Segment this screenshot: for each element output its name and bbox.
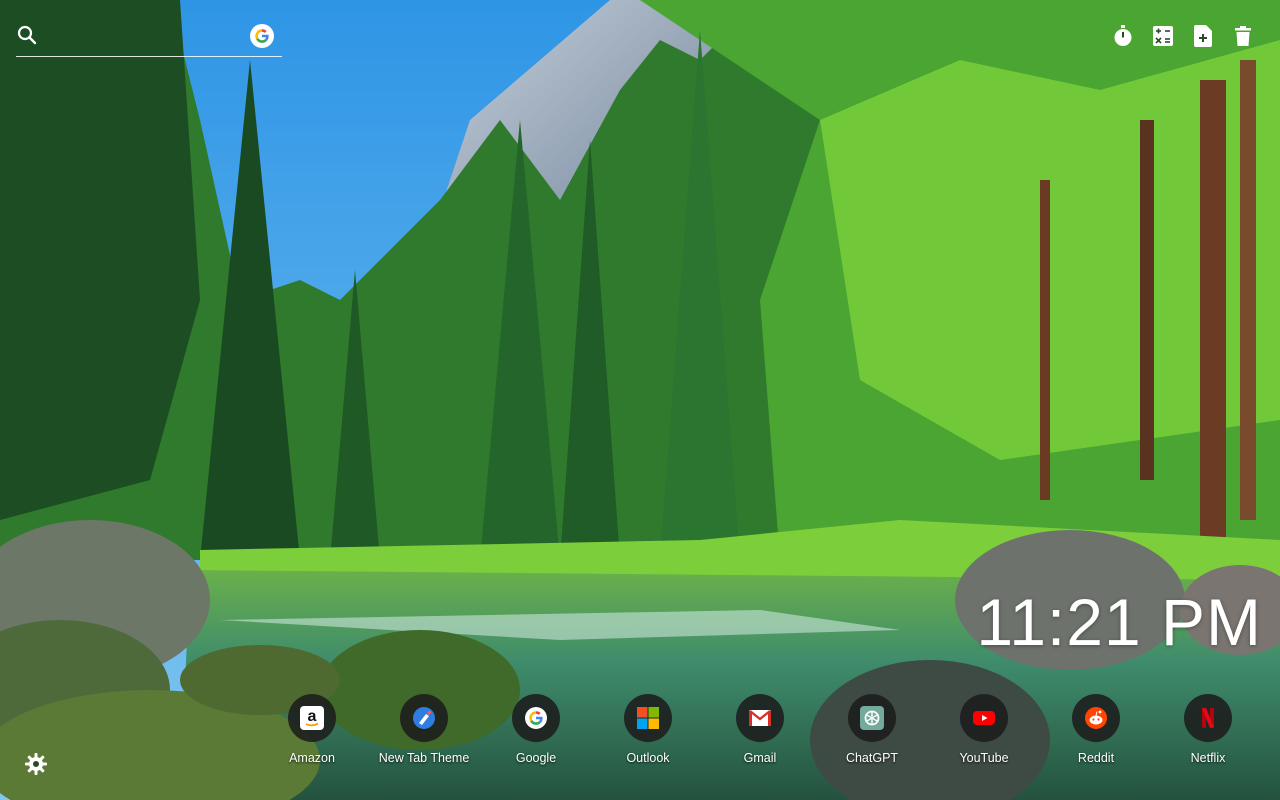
youtube-icon: [960, 694, 1008, 742]
clock-display: 11:21 PM: [976, 585, 1262, 659]
shortcut-new-tab-theme[interactable]: New Tab Theme: [374, 694, 474, 765]
chatgpt-icon: [848, 694, 896, 742]
shortcut-youtube[interactable]: YouTube: [934, 694, 1034, 765]
search-bar[interactable]: [16, 20, 282, 57]
microsoft-icon: [624, 694, 672, 742]
shortcut-google[interactable]: Google: [486, 694, 586, 765]
shortcut-label: Amazon: [289, 751, 335, 765]
gear-icon[interactable]: [24, 752, 48, 776]
shortcut-netflix[interactable]: Netflix: [1158, 694, 1258, 765]
gmail-icon: [736, 694, 784, 742]
toolbar: [1112, 24, 1254, 48]
shortcut-amazon[interactable]: a Amazon: [262, 694, 362, 765]
search-icon[interactable]: [16, 24, 38, 46]
shortcut-label: Reddit: [1077, 751, 1115, 765]
stopwatch-icon[interactable]: [1112, 24, 1134, 48]
shortcut-label: ChatGPT: [845, 751, 899, 765]
shortcut-label: New Tab Theme: [378, 751, 470, 765]
shortcut-reddit[interactable]: Reddit: [1046, 694, 1146, 765]
shortcut-label: YouTube: [959, 751, 1009, 765]
shortcut-label: Google: [515, 751, 557, 765]
netflix-icon: [1184, 694, 1232, 742]
shortcut-label: Outlook: [626, 751, 670, 765]
add-note-icon[interactable]: [1192, 24, 1214, 48]
shortcut-gmail[interactable]: Gmail: [710, 694, 810, 765]
google-icon: [512, 694, 560, 742]
shortcut-dock: a Amazon New Tab Theme Google Outlook Gm…: [0, 694, 1280, 774]
background-wallpaper: [0, 0, 1280, 800]
trash-icon[interactable]: [1232, 24, 1254, 48]
search-input[interactable]: [46, 22, 250, 50]
reddit-icon: [1072, 694, 1120, 742]
shortcut-outlook[interactable]: Outlook: [598, 694, 698, 765]
shortcut-label: Netflix: [1190, 751, 1226, 765]
new-tab-theme-icon: [400, 694, 448, 742]
amazon-icon: a: [288, 694, 336, 742]
shortcut-label: Gmail: [743, 751, 777, 765]
calculator-icon[interactable]: [1152, 24, 1174, 48]
svg-text:a: a: [308, 708, 317, 725]
google-icon[interactable]: [250, 24, 274, 48]
shortcut-chatgpt[interactable]: ChatGPT: [822, 694, 922, 765]
